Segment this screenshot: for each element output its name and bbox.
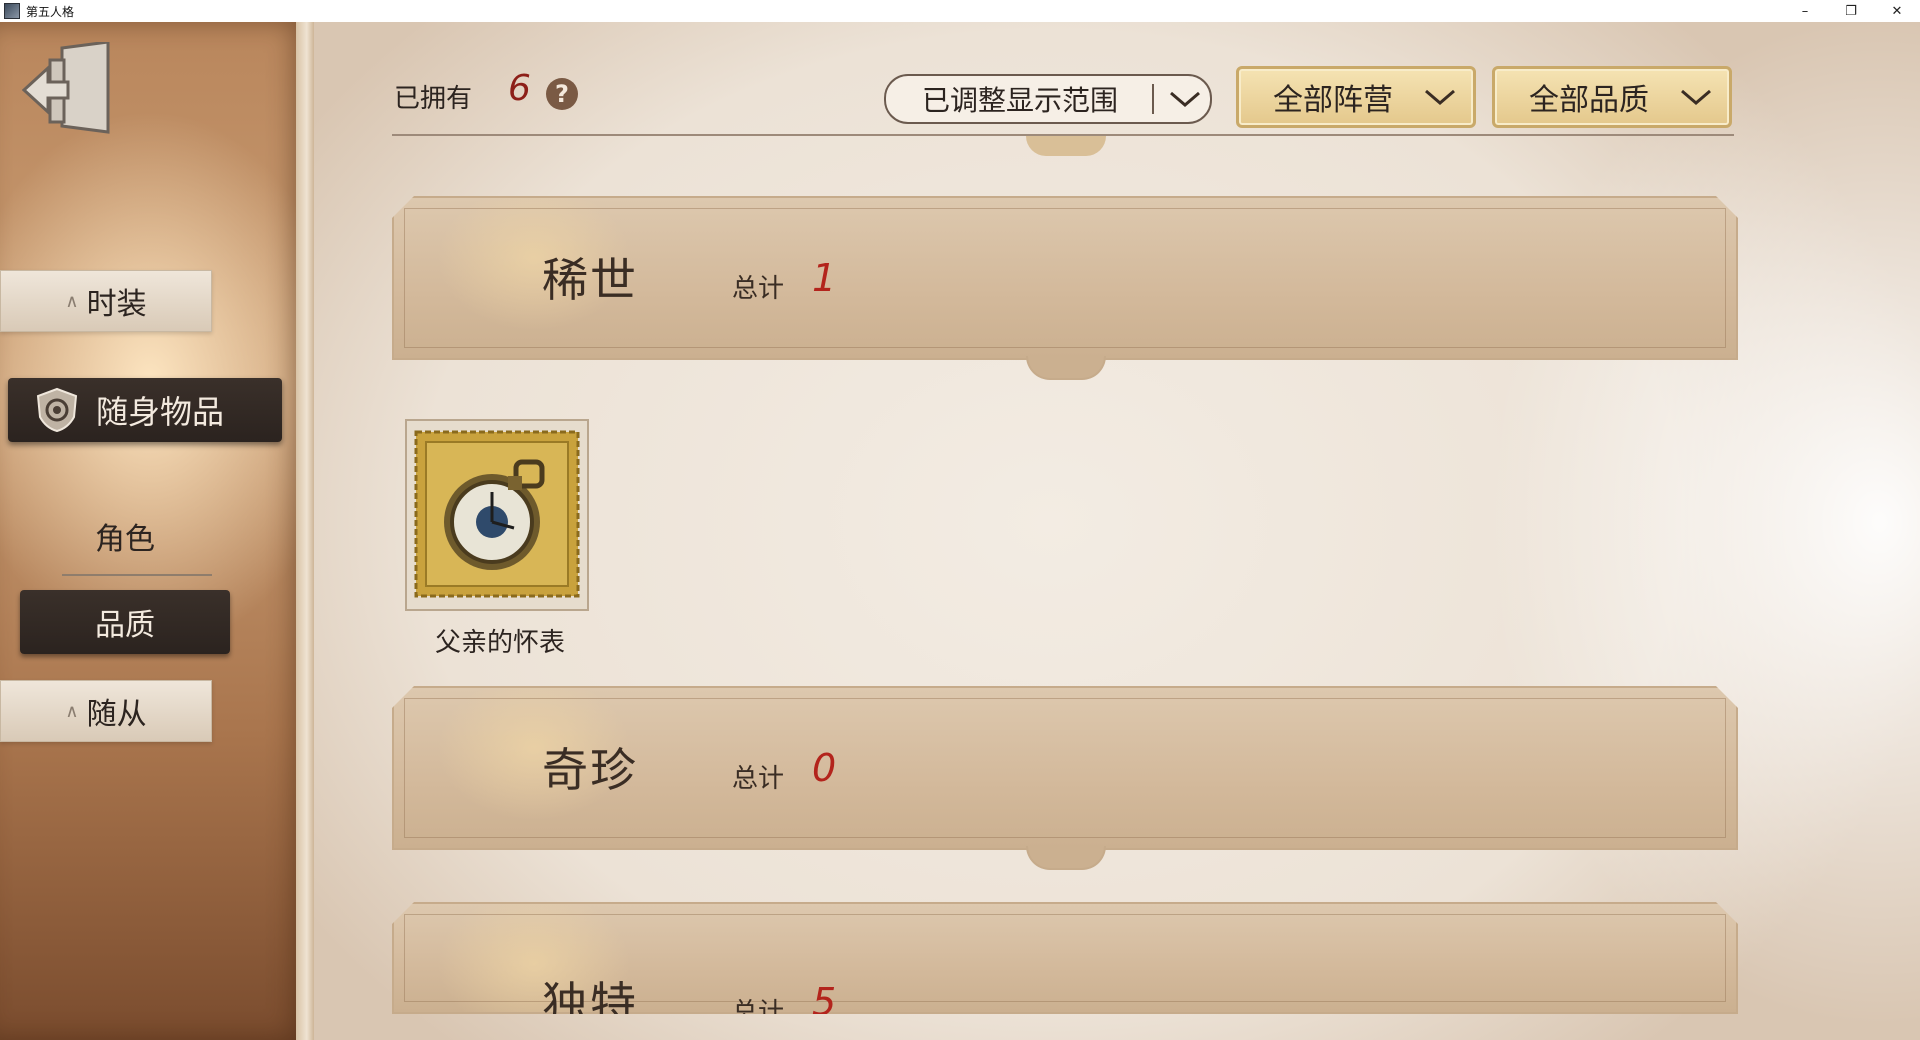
section-total-label: 总计 xyxy=(732,764,785,794)
filter-quality-label: 品质 xyxy=(95,608,155,643)
tab-follower-label: 随从 xyxy=(86,697,147,732)
window-controls: – ❐ ✕ xyxy=(1782,0,1920,22)
tab-costume-lead: ∧ xyxy=(65,290,79,312)
exit-button[interactable] xyxy=(21,40,116,138)
app-icon xyxy=(4,3,20,19)
owned-label: 已拥有 xyxy=(394,84,473,114)
section-total-count: 0 xyxy=(812,746,837,790)
item-name: 父亲的怀表 xyxy=(434,628,565,658)
chevron-down-icon xyxy=(1681,89,1711,105)
chevron-down-icon xyxy=(1425,89,1455,105)
window-title: 第五人格 xyxy=(26,4,75,19)
minimize-button[interactable]: – xyxy=(1782,0,1828,22)
tab-accessories-label: 随身物品 xyxy=(96,393,225,431)
section-total-count: 5 xyxy=(812,980,837,1024)
range-select-separator xyxy=(1152,84,1154,114)
filter-quality[interactable]: 品质 xyxy=(20,590,230,654)
section-header-treasure[interactable]: 奇珍 总计 0 xyxy=(392,686,1738,850)
chevron-down-icon xyxy=(1170,91,1200,107)
sidebar-page-edge xyxy=(296,22,314,1040)
close-button[interactable]: ✕ xyxy=(1874,0,1920,22)
filter-character[interactable]: 角色 xyxy=(20,504,230,568)
section-total-label: 总计 xyxy=(732,998,785,1028)
window-titlebar: 第五人格 – ❐ ✕ xyxy=(0,0,1920,23)
tab-follower-lead: ∧ xyxy=(65,700,79,722)
section-header-rare[interactable]: 稀世 总计 1 xyxy=(392,196,1738,360)
game-viewport: ∧ 时装 随身物品 角色 品质 ∧ 随从 已拥有 6 ? 已调整显示范围 全部阵… xyxy=(0,22,1920,1040)
exit-door-icon xyxy=(21,40,110,134)
item-card[interactable] xyxy=(404,418,590,612)
camp-select[interactable]: 全部阵营 xyxy=(1236,66,1476,128)
tab-accessories[interactable]: 随身物品 xyxy=(8,378,282,442)
section-name: 独特 xyxy=(542,977,638,1031)
banner-tab xyxy=(1026,846,1106,870)
section-header-unique[interactable]: 独特 总计 5 xyxy=(392,902,1738,1014)
filter-character-label: 角色 xyxy=(95,522,155,557)
quality-select-label: 全部品质 xyxy=(1529,83,1649,118)
tab-follower[interactable]: ∧ 随从 xyxy=(0,680,212,742)
tab-costume-label: 时装 xyxy=(86,287,147,322)
owned-count: 6 xyxy=(508,68,531,109)
range-select-label: 已调整显示范围 xyxy=(922,84,1119,117)
camp-select-label: 全部阵营 xyxy=(1273,83,1393,118)
restore-button[interactable]: ❐ xyxy=(1828,0,1874,22)
section-name: 稀世 xyxy=(542,253,638,307)
range-select[interactable]: 已调整显示范围 xyxy=(884,74,1212,124)
pocket-watch-stamp-icon xyxy=(405,419,589,611)
help-icon[interactable]: ? xyxy=(546,78,578,110)
topbar-divider-tab xyxy=(1026,136,1106,156)
section-name: 奇珍 xyxy=(542,743,638,797)
emblem-badge-icon xyxy=(36,387,78,433)
tab-costume[interactable]: ∧ 时装 xyxy=(0,270,212,332)
section-total-label: 总计 xyxy=(732,274,785,304)
quality-select[interactable]: 全部品质 xyxy=(1492,66,1732,128)
filter-divider xyxy=(62,574,212,576)
banner-tab xyxy=(1026,356,1106,380)
section-total-count: 1 xyxy=(812,256,837,300)
